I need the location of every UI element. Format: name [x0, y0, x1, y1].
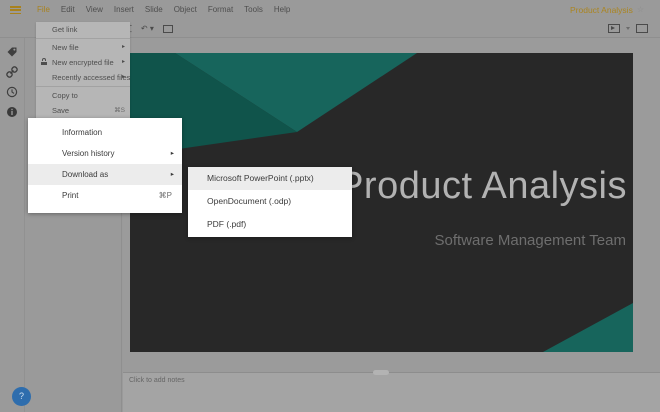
menu-separator: [36, 38, 130, 39]
present-options-caret-icon[interactable]: [626, 27, 630, 30]
menu-item-label: Information: [62, 128, 102, 137]
menu-shortcut: ⌘S: [114, 103, 125, 118]
menu-item-get-link[interactable]: Get link: [36, 22, 130, 37]
menubar-items: File Edit View Insert Slide Object Forma…: [37, 0, 290, 20]
download-as-submenu: Microsoft PowerPoint (.pptx) OpenDocumen…: [188, 167, 352, 237]
link-icon[interactable]: [6, 66, 18, 78]
toolbar-right-icons: [608, 24, 648, 33]
present-icon[interactable]: [608, 24, 620, 33]
menu-item-new-file[interactable]: New file ▸: [36, 40, 130, 55]
info-icon[interactable]: [6, 106, 18, 118]
submenu-arrow-icon: ▸: [122, 70, 125, 85]
notes-resize-handle[interactable]: [373, 370, 389, 375]
menu-item-recently-accessed-files[interactable]: Recently accessed files ▸: [36, 70, 130, 85]
menu-shortcut: ⌘P: [159, 185, 172, 206]
menu-item-label: Copy to: [52, 91, 78, 100]
menu-insert[interactable]: Insert: [114, 0, 134, 20]
menu-item-label: Microsoft PowerPoint (.pptx): [207, 173, 314, 183]
menu-item-save[interactable]: Save ⌘S: [36, 103, 130, 118]
present-fullscreen-icon[interactable]: [636, 24, 648, 33]
menu-item-label: Get link: [52, 25, 77, 34]
submenu-arrow-icon: ▸: [171, 143, 174, 164]
menu-item-label: PDF (.pdf): [207, 219, 246, 229]
submenu-arrow-icon: ▸: [122, 40, 125, 55]
menu-item-copy-to[interactable]: Copy to: [36, 88, 130, 103]
image-icon[interactable]: [163, 25, 173, 33]
menu-item-information[interactable]: Information: [28, 122, 182, 143]
submenu-arrow-icon: ▸: [171, 164, 174, 185]
file-menu-dropdown: Get link New file ▸ New encrypted file ▸…: [36, 22, 130, 118]
notes-panel[interactable]: Click to add notes: [123, 372, 660, 412]
tag-icon[interactable]: [6, 46, 18, 58]
help-button[interactable]: ?: [12, 387, 31, 406]
menu-format[interactable]: Format: [208, 0, 233, 20]
document-title[interactable]: Product Analysis ☆: [570, 0, 644, 20]
toolbar-left-icons: T̲ ↶ ▾: [127, 23, 173, 34]
menu-bar: File Edit View Insert Slide Object Forma…: [0, 0, 660, 20]
submenu-item-pdf[interactable]: PDF (.pdf): [188, 213, 352, 236]
menu-object[interactable]: Object: [174, 0, 197, 20]
menu-item-label: Print: [62, 191, 78, 200]
menu-item-label: OpenDocument (.odp): [207, 196, 291, 206]
menu-item-label: Version history: [62, 149, 114, 158]
menu-slide[interactable]: Slide: [145, 0, 163, 20]
menu-view[interactable]: View: [86, 0, 103, 20]
menu-edit[interactable]: Edit: [61, 0, 75, 20]
menu-item-version-history[interactable]: Version history ▸: [28, 143, 182, 164]
undo-icon[interactable]: ↶ ▾: [141, 23, 154, 34]
submenu-item-pptx[interactable]: Microsoft PowerPoint (.pptx): [188, 167, 352, 190]
slide-subtitle[interactable]: Software Management Team: [435, 232, 627, 249]
menu-item-label: New file: [52, 43, 79, 52]
menu-help[interactable]: Help: [274, 0, 290, 20]
menu-item-label: Download as: [62, 170, 108, 179]
menu-item-new-encrypted-file[interactable]: New encrypted file ▸: [36, 55, 130, 70]
notes-placeholder: Click to add notes: [129, 377, 185, 384]
document-title-text: Product Analysis: [570, 0, 633, 20]
file-menu-highlighted-section: Information Version history ▸ Download a…: [28, 118, 182, 213]
menu-item-download-as[interactable]: Download as ▸: [28, 164, 182, 185]
submenu-arrow-icon: ▸: [122, 55, 125, 70]
history-icon[interactable]: [6, 86, 18, 98]
menu-item-label: Save: [52, 106, 69, 115]
submenu-item-odp[interactable]: OpenDocument (.odp): [188, 190, 352, 213]
left-sidebar: [0, 38, 25, 412]
star-icon[interactable]: ☆: [637, 0, 644, 20]
hamburger-menu-icon[interactable]: [10, 6, 21, 14]
menu-file[interactable]: File: [37, 0, 50, 20]
lock-icon: [41, 60, 47, 65]
menu-item-label: New encrypted file: [52, 58, 114, 67]
menu-separator: [36, 86, 130, 87]
slide-title[interactable]: Product Analysis: [338, 165, 627, 208]
menu-item-label: Recently accessed files: [52, 73, 130, 82]
menu-item-print[interactable]: Print ⌘P: [28, 185, 182, 206]
menu-tools[interactable]: Tools: [244, 0, 263, 20]
